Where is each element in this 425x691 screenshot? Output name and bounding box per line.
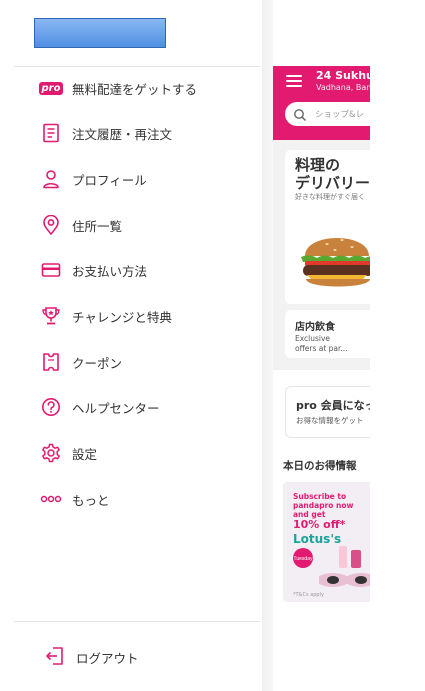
menu-item-label: もっと [72,492,110,508]
more-dots-icon [40,488,62,510]
menu-item-label: プロフィール [72,172,147,188]
menu-item-label: クーポン [72,355,123,371]
address-line-1: 24 Sukhum [316,69,370,82]
pro-membership-card[interactable]: pro 会員になっ お得な情報をゲット [285,386,370,438]
svg-text:Tuesday: Tuesday [294,556,313,562]
food-delivery-card[interactable]: 料理の デリバリー 好きな料理がすぐ届く [285,150,370,304]
coupon-icon [40,351,62,373]
navigation-drawer: pro 無料配達をゲットする 注文履歴・再注文 プロフィール 住所一覧 お支払い… [0,0,262,691]
address-line-2: Vadhana, Bang [316,83,370,92]
menu-item-addresses[interactable]: 住所一覧 [0,203,262,247]
menu-item-help-center[interactable]: ヘルプセンター [0,385,262,429]
background-app: 24 Sukhum Vadhana, Bang ショップ&レ 料理のデリバリー … [273,66,370,606]
menu-item-free-delivery[interactable]: pro 無料配達をゲットする [0,66,262,110]
food-delivery-title: 料理の デリバリー [295,156,370,192]
promo-products-image: Tuesday [293,546,370,587]
gear-icon [40,442,62,464]
burger-image [301,238,370,287]
drawer-shadow [262,0,273,691]
search-icon [293,107,307,122]
promo-text: Subscribe to pandapro now and get [293,492,354,519]
food-delivery-subtitle: 好きな料理がすぐ届く [295,193,365,201]
menu-item-label: 住所一覧 [72,218,123,234]
divider [14,621,260,622]
search-placeholder: ショップ&レ [315,110,365,120]
menu-item-label: お支払い方法 [72,263,148,279]
logout-label: ログアウト [76,651,139,666]
location-pin-icon [40,214,62,236]
todays-deals-heading: 本日のお得情報 [283,460,357,472]
hamburger-icon[interactable] [286,75,302,87]
promo-offer: 10% off* [293,518,346,531]
app-logo [34,18,166,48]
menu-item-coupons[interactable]: クーポン [0,340,262,384]
menu-item-settings[interactable]: 設定 [0,431,262,475]
menu-item-payment-methods[interactable]: お支払い方法 [0,248,262,292]
menu-item-label: チャレンジと特典 [72,309,172,325]
person-icon [40,168,62,190]
menu-item-label: 設定 [72,446,98,462]
pro-card-title: pro 会員になっ [296,399,370,412]
pro-badge-icon: pro [38,77,64,99]
logout-icon [44,645,66,667]
app-header: 24 Sukhum Vadhana, Bang ショップ&レ [273,66,370,140]
dine-in-title: 店内飲食 [295,322,335,333]
menu-item-label: 無料配達をゲットする [72,81,198,97]
help-icon [40,396,62,418]
search-input[interactable]: ショップ&レ [285,102,370,126]
delivery-address[interactable]: 24 Sukhum Vadhana, Bang [316,69,370,92]
menu-item-profile[interactable]: プロフィール [0,157,262,201]
logout-button[interactable]: ログアウト [0,636,262,676]
credit-card-icon [40,259,62,281]
pro-card-subtitle: お得な情報をゲット [296,416,364,425]
trophy-icon [40,305,62,327]
menu-item-order-history[interactable]: 注文履歴・再注文 [0,111,262,155]
dine-in-subtitle: Exclusive offers at par... [295,334,348,353]
promo-banner[interactable]: Subscribe to pandapro now and get 10% off*… [283,482,370,602]
menu-item-challenges-rewards[interactable]: チャレンジと特典 [0,294,262,338]
menu-item-label: 注文履歴・再注文 [72,126,173,142]
menu-item-more[interactable]: もっと [0,477,262,521]
dine-in-card[interactable]: 店内飲食 Exclusive offers at par... [285,310,370,358]
receipt-icon [40,122,62,144]
menu-item-label: ヘルプセンター [72,400,160,416]
promo-footnote: *T&Cs apply [293,592,324,598]
